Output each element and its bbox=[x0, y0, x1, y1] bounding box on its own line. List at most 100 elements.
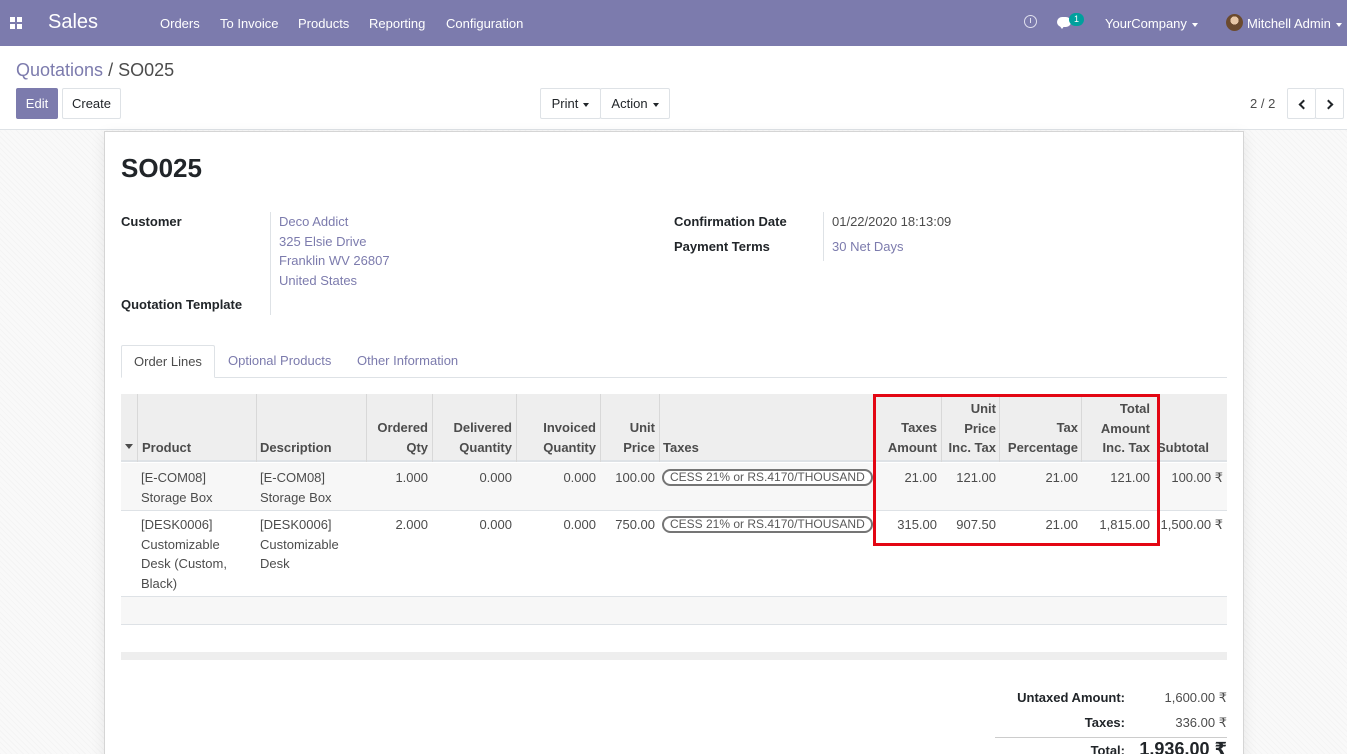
field-separator bbox=[823, 212, 824, 261]
chevron-right-icon bbox=[1323, 99, 1333, 110]
header-line: Delivered bbox=[453, 420, 512, 435]
header-line: Quantity bbox=[459, 439, 512, 455]
print-label: Print bbox=[551, 96, 579, 111]
action-button[interactable]: Action bbox=[600, 88, 670, 119]
col-header-invoiced-quantity[interactable]: Invoiced Quantity bbox=[516, 418, 596, 457]
menu-orders[interactable]: Orders bbox=[160, 16, 200, 31]
payment-terms-value[interactable]: 30 Net Days bbox=[832, 239, 904, 254]
apps-menu-icon[interactable] bbox=[10, 17, 22, 29]
cell-invoiced-quantity: 0.000 bbox=[563, 517, 596, 532]
breadcrumb-parent[interactable]: Quotations bbox=[16, 60, 103, 80]
customer-address-line[interactable]: Franklin WV 26807 bbox=[279, 253, 390, 268]
chevron-down-icon bbox=[1335, 22, 1342, 27]
cell-line: Desk bbox=[260, 556, 290, 571]
total-value: 1,936.00 ₹ bbox=[1139, 739, 1227, 754]
action-label: Action bbox=[611, 96, 648, 111]
col-header-product[interactable]: Product bbox=[142, 438, 191, 458]
cell-line: Storage Box bbox=[141, 489, 213, 505]
sort-caret-icon[interactable] bbox=[125, 444, 133, 449]
breadcrumb: Quotations / SO025 bbox=[16, 60, 174, 81]
create-button[interactable]: Create bbox=[62, 88, 121, 119]
chevron-down-icon bbox=[1191, 22, 1198, 27]
cell-line: Customizable bbox=[260, 536, 339, 552]
cell-description: [DESK0006] Customizable Desk bbox=[260, 515, 339, 574]
company-switcher[interactable]: YourCompany bbox=[1105, 16, 1198, 31]
customer-address-line[interactable]: United States bbox=[279, 273, 357, 288]
col-header-description[interactable]: Description bbox=[260, 438, 332, 458]
pager-previous-button[interactable] bbox=[1287, 88, 1316, 119]
untaxed-amount-value: 1,600.00 ₹ bbox=[1164, 690, 1228, 705]
tax-tag-badge: CESS 21% or RS.4170/THOUSAND bbox=[662, 469, 873, 486]
col-header-taxes[interactable]: Taxes bbox=[663, 438, 699, 458]
customer-address-line[interactable]: 325 Elsie Drive bbox=[279, 234, 366, 249]
menu-to-invoice[interactable]: To Invoice bbox=[220, 16, 279, 31]
tab-other-information[interactable]: Other Information bbox=[357, 345, 458, 378]
cell-description: [E-COM08] Storage Box bbox=[260, 468, 332, 507]
cell-line: [E-COM08] bbox=[141, 470, 207, 485]
untaxed-amount-label: Untaxed Amount: bbox=[1017, 690, 1125, 705]
confirmation-date-label: Confirmation Date bbox=[674, 214, 787, 229]
tab-order-lines[interactable]: Order Lines bbox=[121, 345, 215, 378]
chevron-down-icon bbox=[652, 102, 659, 107]
payment-terms-label: Payment Terms bbox=[674, 239, 770, 254]
breadcrumb-current: SO025 bbox=[118, 60, 175, 80]
highlight-annotation bbox=[873, 394, 1160, 546]
user-name: Mitchell Admin bbox=[1247, 16, 1331, 31]
cell-line: [E-COM08] bbox=[260, 470, 326, 485]
tax-tag-badge: CESS 21% or RS.4170/THOUSAND bbox=[662, 516, 873, 533]
company-name: YourCompany bbox=[1105, 16, 1187, 31]
user-avatar[interactable] bbox=[1226, 14, 1243, 31]
cell-line: Customizable bbox=[141, 536, 220, 552]
customer-label: Customer bbox=[121, 214, 182, 229]
cell-product: [DESK0006] Customizable Desk (Custom, Bl… bbox=[141, 515, 227, 593]
cell-unit-price: 100.00 bbox=[615, 470, 655, 485]
taxes-value: 336.00 ₹ bbox=[1175, 715, 1227, 730]
top-navbar: Sales Orders To Invoice Products Reporti… bbox=[0, 0, 1347, 46]
activity-clock-icon[interactable] bbox=[1024, 15, 1037, 28]
cell-subtotal: 1,500.00 ₹ bbox=[1160, 517, 1224, 532]
header-line: Quantity bbox=[543, 439, 596, 455]
customer-name[interactable]: Deco Addict bbox=[279, 214, 348, 229]
quotation-template-label: Quotation Template bbox=[121, 297, 243, 312]
totals-divider bbox=[995, 737, 1227, 738]
cell-line: Desk (Custom, bbox=[141, 556, 227, 571]
col-header-delivered-quantity[interactable]: Delivered Quantity bbox=[432, 418, 512, 457]
header-line: Invoiced bbox=[543, 420, 596, 435]
cell-line: Black) bbox=[141, 575, 178, 591]
cell-delivered-quantity: 0.000 bbox=[479, 517, 512, 532]
col-header-unit-price[interactable]: Unit Price bbox=[600, 418, 655, 457]
confirmation-date-value: 01/22/2020 18:13:09 bbox=[832, 214, 952, 229]
col-header-ordered-qty[interactable]: Ordered Qty bbox=[366, 418, 428, 457]
menu-reporting[interactable]: Reporting bbox=[369, 16, 425, 31]
menu-configuration[interactable]: Configuration bbox=[446, 16, 523, 31]
taxes-label: Taxes: bbox=[1084, 715, 1125, 730]
header-line: Price bbox=[623, 439, 655, 455]
cell-product: [E-COM08] Storage Box bbox=[141, 468, 213, 507]
cell-subtotal: 100.00 ₹ bbox=[1171, 470, 1223, 485]
header-line: Qty bbox=[406, 439, 428, 455]
edit-button[interactable]: Edit bbox=[16, 88, 58, 119]
cell-line: [DESK0006] bbox=[260, 517, 332, 532]
chevron-left-icon bbox=[1298, 99, 1308, 110]
breadcrumb-separator: / bbox=[108, 60, 114, 80]
cell-unit-price: 750.00 bbox=[615, 517, 655, 532]
menu-products[interactable]: Products bbox=[298, 16, 349, 31]
cell-ordered-qty: 2.000 bbox=[395, 517, 428, 532]
table-footer bbox=[121, 652, 1227, 660]
tab-optional-products[interactable]: Optional Products bbox=[228, 345, 331, 378]
user-menu[interactable]: Mitchell Admin bbox=[1247, 16, 1342, 31]
empty-row bbox=[121, 597, 1227, 624]
print-button[interactable]: Print bbox=[540, 88, 601, 119]
total-label: Total: bbox=[1090, 743, 1125, 754]
col-header-subtotal[interactable]: Subtotal bbox=[1157, 438, 1209, 458]
column-divider bbox=[137, 394, 138, 462]
messages-count-badge: 1 bbox=[1069, 13, 1084, 26]
header-line: Ordered bbox=[377, 420, 428, 435]
pager-next-button[interactable] bbox=[1315, 88, 1344, 119]
header-line: Unit bbox=[629, 420, 655, 435]
app-name[interactable]: Sales bbox=[48, 11, 98, 34]
pager-value[interactable]: 2 / 2 bbox=[1250, 96, 1275, 111]
field-separator bbox=[270, 212, 271, 315]
chevron-down-icon bbox=[583, 102, 590, 107]
cell-ordered-qty: 1.000 bbox=[395, 470, 428, 485]
